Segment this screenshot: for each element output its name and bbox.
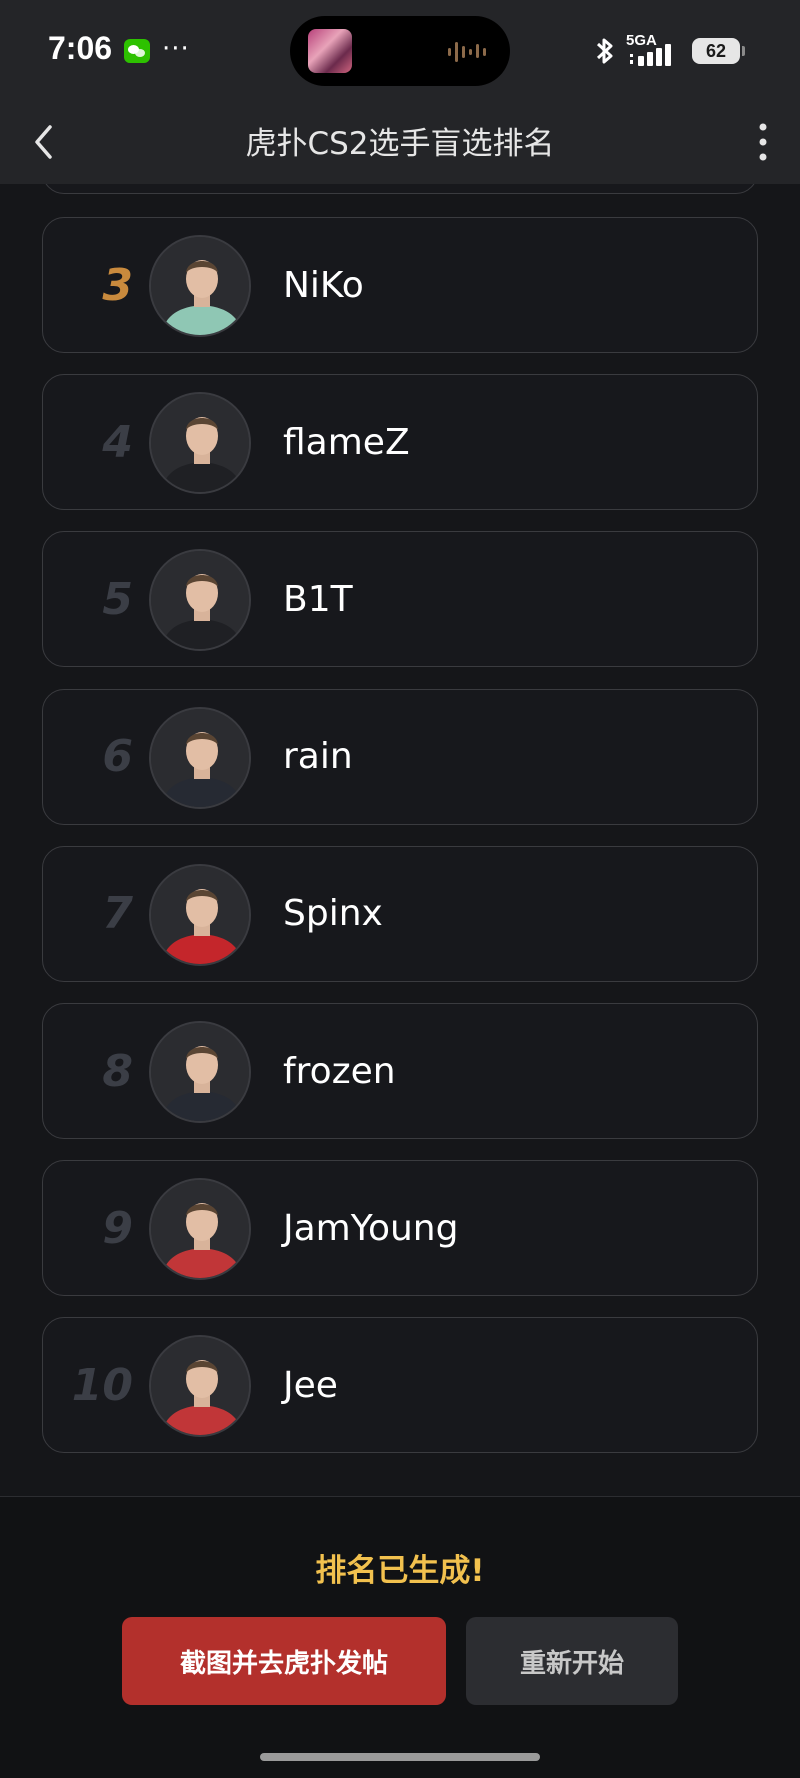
player-avatar: [149, 549, 251, 652]
ranking-card[interactable]: 4 flameZ: [42, 374, 758, 511]
player-name: flameZ: [283, 421, 410, 463]
bluetooth-icon: [596, 38, 613, 64]
ranking-card[interactable]: 6 rain: [42, 688, 758, 825]
rank-number: 7: [102, 888, 133, 940]
player-avatar: [149, 235, 251, 337]
ranking-card[interactable]: 5 B1T: [42, 531, 758, 668]
screenshot-post-button[interactable]: 截图并去虎扑发帖: [122, 1617, 446, 1705]
status-indicators: 5GA 62: [592, 30, 752, 70]
signal-icon: [630, 44, 671, 66]
rank-number: 3: [102, 259, 133, 311]
vertical-dots-icon: [759, 123, 767, 161]
player-avatar: [149, 1178, 251, 1281]
status-bar: 7:06 ··· 5GA 62: [0, 0, 800, 100]
player-name: B1T: [283, 578, 353, 620]
ranking-card-partial: [42, 184, 758, 194]
player-avatar: [149, 863, 251, 966]
player-name: Spinx: [283, 893, 383, 935]
rank-number: 4: [102, 416, 133, 468]
rank-number: 10: [71, 1359, 133, 1411]
player-name: JamYoung: [283, 1207, 459, 1249]
home-indicator[interactable]: [260, 1753, 540, 1761]
ranking-card[interactable]: 9 JamYoung: [42, 1160, 758, 1297]
restart-button[interactable]: 重新开始: [466, 1617, 678, 1705]
player-name: NiKo: [283, 264, 364, 306]
more-menu-button[interactable]: [738, 112, 788, 172]
ranking-card[interactable]: 10 Jee: [42, 1317, 758, 1454]
status-time: 7:06: [48, 30, 113, 66]
ranking-card[interactable]: 8 frozen: [42, 1003, 758, 1139]
ranking-list[interactable]: 3 NiKo 4 flameZ 5 B1T 6 rain 7 Spinx 8 frozen 9 JamYo…: [0, 184, 800, 1496]
nav-bar: 虎扑CS2选手盲选排名: [0, 100, 800, 184]
player-avatar: [149, 1021, 251, 1123]
dynamic-island[interactable]: [290, 16, 510, 86]
player-name: frozen: [283, 1050, 396, 1092]
page-title: 虎扑CS2选手盲选排名: [245, 126, 555, 162]
player-avatar: [149, 392, 251, 495]
album-art-icon: [308, 29, 352, 73]
bottom-panel: 排名已生成! 截图并去虎扑发帖 重新开始: [0, 1496, 800, 1778]
wechat-icon: [124, 39, 150, 63]
rank-number: 6: [102, 731, 133, 783]
rank-number: 9: [102, 1202, 133, 1254]
player-name: rain: [283, 736, 353, 778]
player-avatar: [149, 706, 251, 809]
ranking-card[interactable]: 3 NiKo: [42, 217, 758, 353]
player-name: Jee: [283, 1364, 338, 1406]
ranking-status-text: 排名已生成!: [315, 1553, 485, 1589]
rank-number: 5: [102, 573, 133, 625]
audio-wave-icon: [448, 42, 486, 62]
player-avatar: [149, 1335, 251, 1438]
more-notifications-icon: ···: [162, 34, 190, 64]
battery-icon: 62: [692, 38, 745, 64]
rank-number: 8: [102, 1045, 133, 1097]
ranking-card[interactable]: 7 Spinx: [42, 845, 758, 982]
